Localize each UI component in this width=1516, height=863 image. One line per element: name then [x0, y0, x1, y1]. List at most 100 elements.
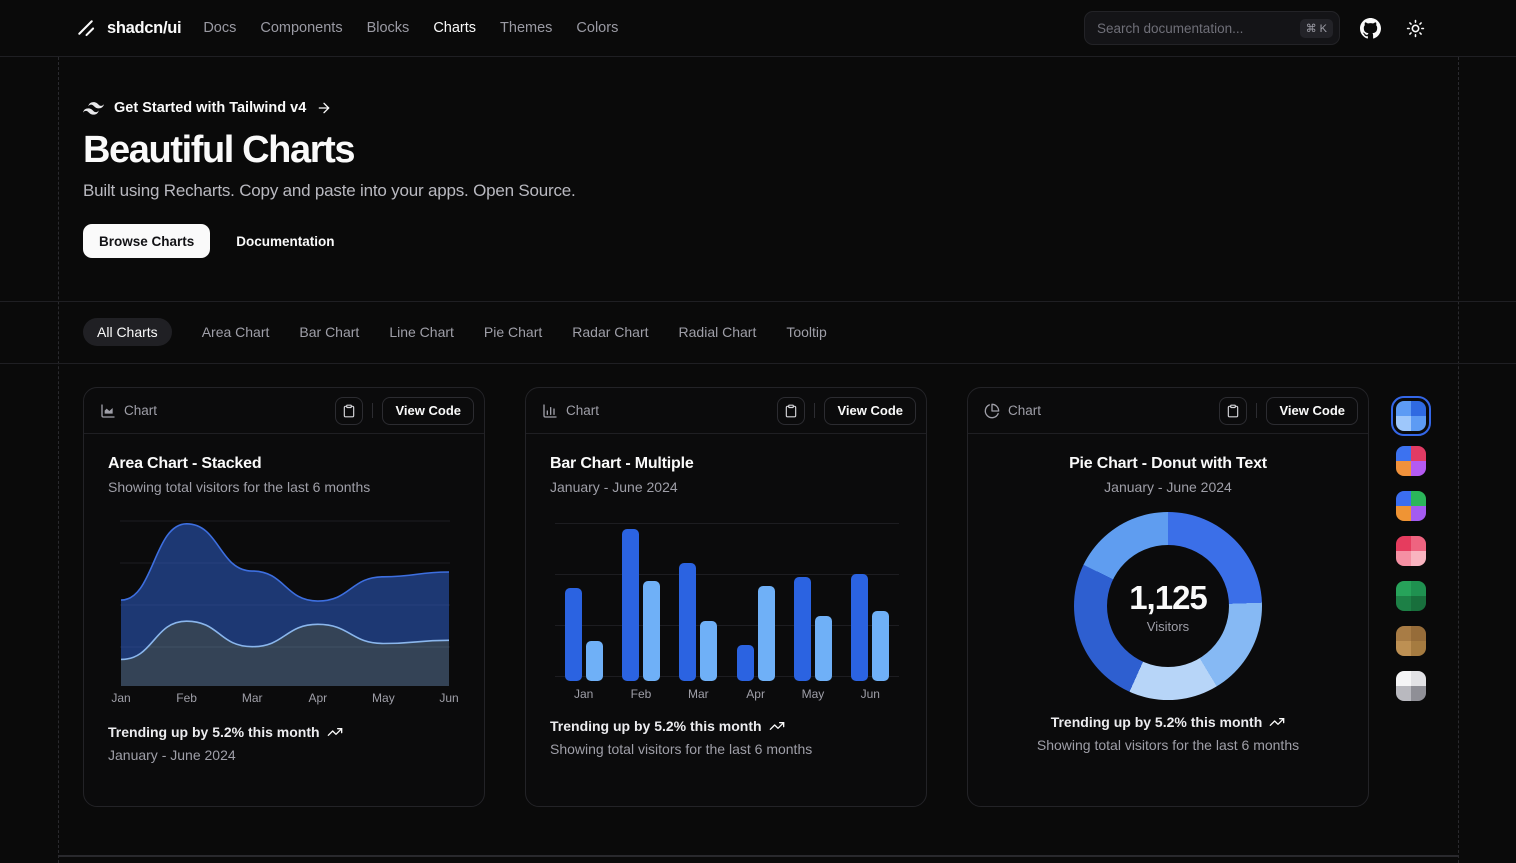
copy-code-button[interactable] [1219, 397, 1247, 425]
copy-code-button[interactable] [335, 397, 363, 425]
shadcn-charts-page: shadcn/ui Docs Components Blocks Charts … [0, 0, 1516, 863]
chart-bar-icon [542, 403, 558, 419]
theme-swatch-mixed-cool[interactable] [1396, 491, 1426, 521]
nav-link-docs[interactable]: Docs [203, 20, 236, 36]
swatch-quadrant [1396, 446, 1411, 461]
github-icon[interactable] [1355, 13, 1385, 43]
navbar: shadcn/ui Docs Components Blocks Charts … [0, 0, 1516, 57]
chart-title: Bar Chart - Multiple [550, 455, 902, 473]
view-code-button[interactable]: View Code [382, 397, 474, 425]
x-tick-label: May [784, 687, 841, 701]
chart-pie-icon [984, 403, 1000, 419]
nav-links: Docs Components Blocks Charts Themes Col… [203, 20, 618, 36]
theme-swatch-blue[interactable] [1396, 401, 1426, 431]
announcement-banner[interactable]: Get Started with Tailwind v4 [83, 100, 803, 116]
browse-charts-button[interactable]: Browse Charts [83, 224, 210, 258]
card-kind: Chart [100, 403, 157, 419]
swatch-quadrant [1411, 551, 1426, 566]
copy-code-button[interactable] [777, 397, 805, 425]
theme-toggle-sun-icon[interactable] [1400, 13, 1430, 43]
chart-filter-tabs: All Charts Area Chart Bar Chart Line Cha… [83, 301, 827, 363]
swatch-quadrant [1396, 461, 1411, 476]
documentation-button[interactable]: Documentation [220, 224, 350, 258]
footer-subtext: January - June 2024 [108, 747, 460, 763]
nav-link-colors[interactable]: Colors [576, 20, 618, 36]
search-shortcut-badge: ⌘ K [1300, 19, 1333, 38]
x-tick-label: Feb [612, 687, 669, 701]
card-kind: Chart [984, 403, 1041, 419]
trend-line: Trending up by 5.2% this month [550, 718, 902, 734]
donut-total-label: Visitors [1147, 619, 1189, 634]
toolbar-separator [372, 403, 373, 418]
gridline [555, 574, 899, 575]
bar-desktop-mar [679, 563, 696, 682]
toolbar-separator [814, 403, 815, 418]
bar-desktop-apr [737, 645, 754, 682]
theme-swatch-red[interactable] [1396, 536, 1426, 566]
swatch-quadrant [1396, 416, 1411, 431]
card-kind-label: Chart [124, 403, 157, 418]
swatch-quadrant [1411, 506, 1426, 521]
chart-description: January - June 2024 [992, 479, 1344, 495]
bar-chart-x-axis: JanFebMarAprMayJun [555, 687, 899, 701]
theme-swatch-mono[interactable] [1396, 671, 1426, 701]
nav-link-components[interactable]: Components [260, 20, 342, 36]
swatch-quadrant [1396, 641, 1411, 656]
view-code-button[interactable]: View Code [824, 397, 916, 425]
card-footer: Trending up by 5.2% this month Showing t… [992, 714, 1344, 753]
theme-swatch-mixed-warm[interactable] [1396, 446, 1426, 476]
nav-link-themes[interactable]: Themes [500, 20, 552, 36]
card-kind-label: Chart [566, 403, 599, 418]
theme-swatch-green[interactable] [1396, 581, 1426, 611]
nav-link-blocks[interactable]: Blocks [367, 20, 410, 36]
tab-radial-chart[interactable]: Radial Chart [679, 318, 757, 346]
tab-radar-chart[interactable]: Radar Chart [572, 318, 648, 346]
hero-actions: Browse Charts Documentation [83, 224, 803, 258]
view-code-button[interactable]: View Code [1266, 397, 1358, 425]
tab-area-chart[interactable]: Area Chart [202, 318, 270, 346]
card-tools: View Code [335, 397, 474, 425]
card-tools: View Code [1219, 397, 1358, 425]
x-tick-label: Jun [842, 687, 899, 701]
chart-title: Area Chart - Stacked [108, 455, 460, 473]
x-tick-label: Mar [670, 687, 727, 701]
swatch-quadrant [1411, 596, 1426, 611]
brand-link[interactable]: shadcn/ui [76, 18, 181, 39]
tab-tooltip[interactable]: Tooltip [786, 318, 826, 346]
gridline [555, 625, 899, 626]
trending-up-icon [1269, 714, 1285, 730]
swatch-quadrant [1396, 536, 1411, 551]
swatch-quadrant [1396, 686, 1411, 701]
tab-pie-chart[interactable]: Pie Chart [484, 318, 542, 346]
x-tick-label: Feb [176, 691, 197, 705]
shadcn-logo-icon [76, 18, 97, 39]
bar-mobile-may [815, 616, 832, 681]
tab-bar-chart[interactable]: Bar Chart [299, 318, 359, 346]
theme-swatch-rail [1396, 401, 1426, 701]
donut-chart: 1,125 Visitors [1074, 512, 1262, 700]
gridline [555, 676, 899, 677]
gridline [555, 523, 899, 524]
right-dashed-border [1458, 57, 1459, 863]
swatch-quadrant [1396, 626, 1411, 641]
charts-grid: Chart View Code Area Chart - Stacked Sho… [83, 387, 1369, 807]
trend-text: Trending up by 5.2% this month [108, 724, 320, 740]
footer-subtext: Showing total visitors for the last 6 mo… [992, 737, 1344, 753]
swatch-quadrant [1396, 581, 1411, 596]
x-tick-label: Apr [308, 691, 327, 705]
trend-line: Trending up by 5.2% this month [992, 714, 1344, 730]
nav-link-charts[interactable]: Charts [433, 20, 476, 36]
tab-all-charts[interactable]: All Charts [83, 318, 172, 346]
card-kind: Chart [542, 403, 599, 419]
theme-swatch-amber[interactable] [1396, 626, 1426, 656]
bar-mobile-feb [643, 581, 660, 681]
pie-chart-card: Chart View Code Pie Chart - Donut with T… [967, 387, 1369, 807]
swatch-quadrant [1411, 671, 1426, 686]
announcement-text: Get Started with Tailwind v4 [114, 100, 306, 116]
search-box[interactable]: ⌘ K [1084, 11, 1340, 45]
card-header: Chart View Code [968, 388, 1368, 434]
x-tick-label: Mar [242, 691, 263, 705]
search-input[interactable] [1097, 21, 1300, 36]
tab-line-chart[interactable]: Line Chart [389, 318, 454, 346]
donut-center: 1,125 Visitors [1107, 545, 1229, 667]
